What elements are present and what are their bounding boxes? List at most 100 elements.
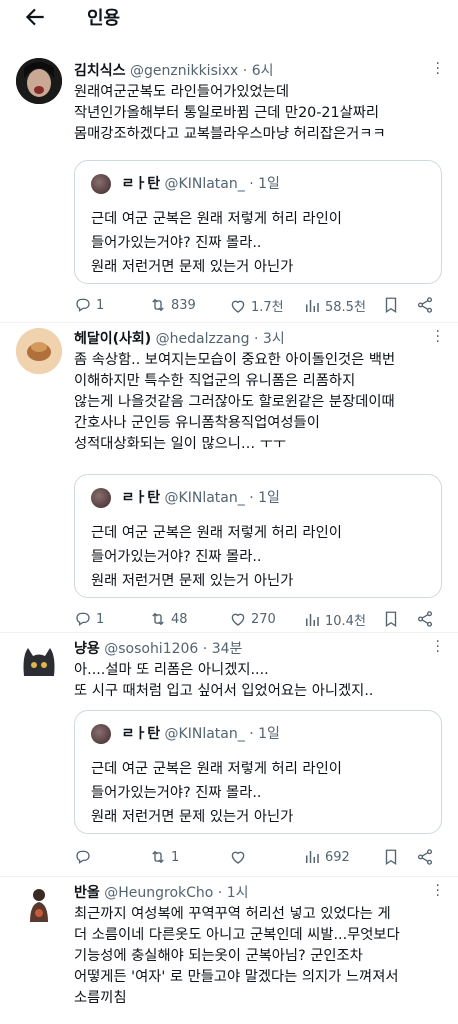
like-button[interactable]: 1.7천	[229, 296, 284, 315]
reply-count: 1	[96, 611, 105, 627]
quoted-avatar	[91, 724, 111, 744]
bookmark-icon	[385, 849, 397, 866]
tweet[interactable]: 김치식스 @genznikkisixx · 6시 · · · 원래여군군복도 라인들…	[0, 46, 458, 323]
bookmark-icon	[385, 611, 397, 628]
avatar[interactable]	[16, 58, 62, 104]
reply-button[interactable]	[74, 848, 96, 866]
share-button[interactable]	[416, 610, 434, 628]
tweet-header: 김치식스 @genznikkisixx · 6시	[74, 63, 274, 79]
retweet-icon	[152, 612, 164, 626]
like-count: 1.7천	[251, 300, 284, 315]
tweet-actions: 1 839 1.7천 58.5천	[74, 296, 444, 318]
more-icon[interactable]: · · ·	[436, 57, 440, 81]
views-button[interactable]: 10.4천	[303, 610, 366, 629]
quoted-tweet[interactable]: ㄹㅏ탄 @KINlatan_ · 1일 근데 여군 군복은 원래 저렇게 허리 …	[74, 710, 442, 834]
tweet[interactable]: 반올 @HeungrokCho · 1시 · · · 최근까지 여성복에 꾸역꾸역 …	[0, 876, 458, 1024]
reply-icon	[76, 850, 90, 864]
tweet-header: 헤달이(사회) @hedalzzang · 3시	[74, 331, 285, 347]
tweet-text: 아....설마 또 리폼은 아니겠지.... 또 시구 때처럼 입고 싶어서 입…	[74, 662, 374, 699]
views-button[interactable]: 692	[303, 848, 350, 866]
arrow-left-icon[interactable]	[22, 4, 48, 30]
retweet-count: 48	[171, 611, 188, 627]
share-button[interactable]	[416, 296, 434, 314]
quoted-text: 근데 여군 군복은 원래 저렇게 허리 라인이 들어가있는거야? 진짜 몰라..…	[91, 211, 342, 275]
retweet-count: 839	[171, 297, 196, 313]
author-name[interactable]: 냥용	[74, 641, 100, 657]
quoted-header: ㄹㅏ탄 @KINlatan_ · 1일	[91, 723, 280, 744]
author-handle[interactable]: @sosohi1206	[104, 641, 198, 657]
avatar-image	[16, 882, 62, 928]
tweet-text: 원래여군군복도 라인들어가있었는데 작년인가올해부터 통일로바뀜 근데 만20-…	[74, 84, 386, 142]
view-count: 58.5천	[325, 300, 366, 315]
timestamp[interactable]: 3시	[263, 331, 285, 347]
quoted-tweet[interactable]: ㄹㅏ탄 @KINlatan_ · 1일 근데 여군 군복은 원래 저렇게 허리 …	[74, 160, 442, 284]
reply-button[interactable]: 1	[74, 610, 104, 628]
quoted-tweet[interactable]: ㄹㅏ탄 @KINlatan_ · 1일 근데 여군 군복은 원래 저렇게 허리 …	[74, 474, 442, 598]
heart-icon	[231, 613, 245, 626]
quoted-author-handle: @KINlatan_	[164, 176, 245, 192]
retweet-button[interactable]: 48	[149, 610, 188, 628]
tweet-actions: 1 48 270 10.4천	[74, 610, 444, 632]
heart-icon	[231, 300, 245, 313]
share-icon	[417, 849, 433, 865]
avatar-image	[16, 58, 62, 104]
bookmark-button[interactable]	[382, 848, 400, 866]
author-name[interactable]: 반올	[74, 885, 100, 901]
author-handle[interactable]: @HeungrokCho	[104, 885, 213, 901]
tweet-header: 냥용 @sosohi1206 · 34분	[74, 641, 243, 657]
avatar-image	[16, 638, 62, 684]
retweet-button[interactable]: 839	[149, 296, 196, 314]
tweet[interactable]: 헤달이(사회) @hedalzzang · 3시 · · · 좀 속상함.. 보여지…	[0, 322, 458, 633]
views-button[interactable]: 58.5천	[303, 296, 366, 315]
quoted-author-handle: @KINlatan_	[164, 490, 245, 506]
share-icon	[417, 297, 433, 313]
bookmark-button[interactable]	[382, 296, 400, 314]
quoted-timestamp: 1일	[258, 726, 280, 742]
timestamp[interactable]: 6시	[252, 63, 274, 79]
tweet[interactable]: 냥용 @sosohi1206 · 34분 · · · 아....설마 또 리폼은 아…	[0, 632, 458, 877]
retweet-icon	[152, 850, 164, 864]
timestamp[interactable]: 34분	[212, 641, 243, 657]
quoted-timestamp: 1일	[258, 176, 280, 192]
tweet-text: 최근까지 여성복에 꾸역꾸역 허리선 넣고 있었다는 게 더 소름이네 다른옷도…	[74, 906, 400, 1006]
retweet-icon	[152, 298, 164, 312]
tweet-text: 좀 속상함.. 보여지는모습이 중요한 아이돌인것은 백번 이해하지만 특수한 …	[74, 352, 396, 452]
more-icon[interactable]: · · ·	[436, 325, 440, 349]
heart-icon	[231, 851, 245, 864]
avatar[interactable]	[16, 882, 62, 928]
share-button[interactable]	[416, 848, 434, 866]
quoted-header: ㄹㅏ탄 @KINlatan_ · 1일	[91, 173, 280, 194]
bookmark-icon	[385, 297, 397, 314]
quoted-avatar	[91, 488, 111, 508]
author-handle[interactable]: @hedalzzang	[156, 331, 250, 347]
avatar-image	[16, 328, 62, 374]
avatar[interactable]	[16, 638, 62, 684]
views-icon	[306, 299, 319, 312]
avatar[interactable]	[16, 328, 62, 374]
author-handle[interactable]: @genznikkisixx	[130, 63, 238, 79]
reply-button[interactable]: 1	[74, 296, 104, 314]
quoted-timestamp: 1일	[258, 490, 280, 506]
reply-icon	[76, 298, 90, 312]
author-name[interactable]: 김치식스	[74, 63, 126, 79]
quoted-author-name: ㄹㅏ탄	[121, 490, 161, 506]
more-icon[interactable]: · · ·	[436, 635, 440, 659]
like-button[interactable]	[229, 848, 251, 866]
quoted-author-handle: @KINlatan_	[164, 726, 245, 742]
quoted-author-name: ㄹㅏ탄	[121, 176, 161, 192]
view-count: 692	[325, 849, 350, 865]
retweet-button[interactable]: 1	[149, 848, 179, 866]
timestamp[interactable]: 1시	[227, 885, 249, 901]
retweet-count: 1	[171, 849, 180, 865]
like-count: 270	[251, 611, 276, 627]
tweet-actions: 1 692	[74, 848, 444, 870]
author-name[interactable]: 헤달이(사회)	[74, 331, 151, 347]
tweet-header: 반올 @HeungrokCho · 1시	[74, 885, 249, 901]
bookmark-button[interactable]	[382, 610, 400, 628]
reply-icon	[76, 612, 90, 626]
more-icon[interactable]: · · ·	[436, 879, 440, 903]
like-button[interactable]: 270	[229, 610, 276, 628]
views-icon	[306, 851, 319, 863]
quoted-text: 근데 여군 군복은 원래 저렇게 허리 라인이 들어가있는거야? 진짜 몰라..…	[91, 761, 342, 825]
quoted-header: ㄹㅏ탄 @KINlatan_ · 1일	[91, 487, 280, 508]
